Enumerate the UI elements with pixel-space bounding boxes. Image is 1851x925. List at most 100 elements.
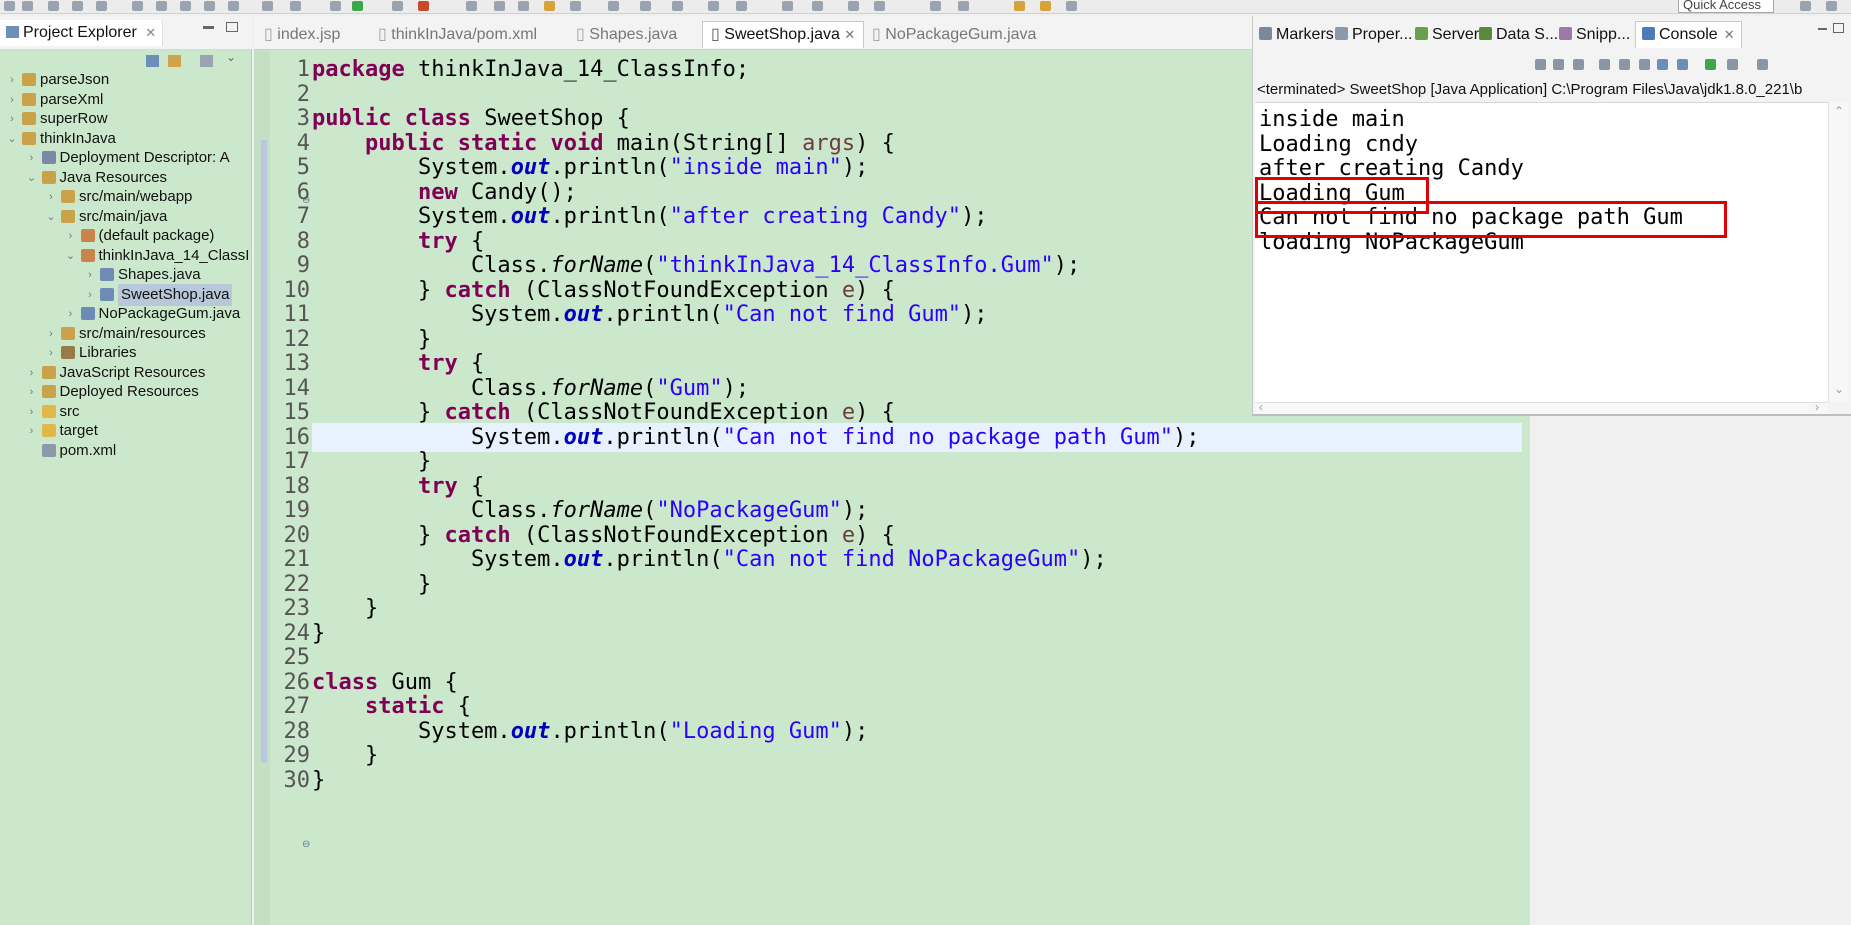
open-console-icon[interactable]: [1757, 59, 1768, 70]
tab-nopackagegum-java[interactable]: ▯ NoPackageGum.java: [872, 22, 1036, 48]
back-icon[interactable]: [1014, 1, 1025, 11]
open-perspective-icon[interactable]: [1800, 1, 1811, 11]
annotation-icon[interactable]: [608, 1, 619, 11]
remove-launch-icon[interactable]: [1553, 59, 1564, 70]
tab-data-s[interactable]: Data S...: [1479, 22, 1558, 48]
maximize-icon[interactable]: [1833, 23, 1844, 33]
print-icon[interactable]: [72, 1, 83, 11]
code-token: forName: [550, 253, 644, 278]
tab-shapes-java[interactable]: ▯ Shapes.java: [576, 22, 677, 48]
mark-occurrences-icon[interactable]: [848, 1, 859, 11]
new-package-icon[interactable]: [494, 1, 505, 11]
save-all-icon[interactable]: [48, 1, 59, 11]
code-token: Gum {: [378, 669, 458, 695]
chevron-down-icon[interactable]: ⌄: [26, 167, 38, 189]
console-vertical-scrollbar[interactable]: ⌃ ⌄: [1828, 102, 1848, 402]
close-icon[interactable]: ✕: [145, 25, 156, 40]
clear-console-icon[interactable]: [1599, 59, 1610, 70]
close-icon[interactable]: ✕: [844, 27, 855, 42]
word-wrap-icon[interactable]: [1639, 59, 1650, 70]
tab-label: NoPackageGum.java: [885, 26, 1037, 43]
console-output[interactable]: inside main Loading cndy after creating Ca…: [1255, 102, 1828, 402]
next-annotation-icon[interactable]: [930, 1, 941, 11]
build-icon[interactable]: [156, 1, 167, 11]
tab-servers[interactable]: Servers: [1415, 22, 1487, 48]
tab-sweetshop-java[interactable]: ▯ SweetShop.java ✕: [702, 21, 865, 48]
display-console-icon[interactable]: [1727, 59, 1738, 70]
chevron-right-icon[interactable]: ›: [84, 284, 96, 306]
debug-icon[interactable]: [132, 1, 143, 11]
minimize-icon[interactable]: [203, 26, 214, 29]
pin-icon[interactable]: [708, 1, 719, 11]
step-icon[interactable]: [228, 1, 239, 11]
tab-project-explorer[interactable]: Project Explorer ✕: [0, 20, 164, 46]
skip-icon[interactable]: [204, 1, 215, 11]
scroll-down-icon[interactable]: ⌄: [1834, 382, 1844, 396]
debug-run-icon[interactable]: [330, 1, 341, 11]
code-token: class: [312, 669, 379, 695]
show-on-stderr-icon[interactable]: [1677, 59, 1688, 70]
tab-proper[interactable]: Proper...: [1335, 22, 1412, 48]
highlight-icon[interactable]: [812, 1, 823, 11]
code-token: out: [510, 204, 551, 229]
scroll-lock-icon[interactable]: [1619, 59, 1630, 70]
code-token: try: [417, 351, 458, 376]
chevron-right-icon[interactable]: ›: [65, 303, 77, 325]
code-token: {: [457, 351, 485, 376]
chevron-down-icon[interactable]: ⌄: [65, 245, 77, 267]
chevron-down-icon[interactable]: ⌄: [6, 128, 18, 150]
tab-console[interactable]: Console ✕: [1635, 21, 1742, 48]
quick-access-input[interactable]: Quick Access: [1678, 0, 1774, 13]
terminal-icon[interactable]: [96, 1, 107, 11]
terminate-icon[interactable]: [1535, 59, 1546, 70]
new-java-project-icon[interactable]: [466, 1, 477, 11]
java-file-icon: ▯: [711, 26, 720, 43]
new-class-icon[interactable]: [518, 1, 529, 11]
close-icon[interactable]: ✕: [1724, 27, 1735, 42]
marker-icon[interactable]: [672, 1, 683, 11]
server-icon[interactable]: [290, 1, 301, 11]
tab-snipp[interactable]: Snipp...: [1559, 22, 1630, 48]
stop-icon[interactable]: [180, 1, 191, 11]
toggle-icon[interactable]: [736, 1, 747, 11]
console-horizontal-scrollbar[interactable]: ‹ ›: [1255, 400, 1828, 414]
scroll-right-icon[interactable]: ›: [1815, 400, 1819, 414]
minimize-icon[interactable]: [1818, 28, 1827, 30]
show-on-stdout-icon[interactable]: [1657, 59, 1668, 70]
search-icon[interactable]: [570, 1, 581, 11]
scroll-left-icon[interactable]: ‹: [1259, 400, 1263, 414]
coverage-icon[interactable]: [392, 1, 403, 11]
view-menu-icon[interactable]: [200, 55, 213, 67]
block-icon[interactable]: [782, 1, 793, 11]
java-ee-perspective-icon[interactable]: [1826, 1, 1837, 11]
run-last-icon[interactable]: [262, 1, 273, 11]
run-icon[interactable]: [352, 1, 363, 11]
task-icon[interactable]: [640, 1, 651, 11]
package-icon: [80, 229, 95, 242]
prev-annotation-icon[interactable]: [958, 1, 969, 11]
pin-console-icon[interactable]: [1705, 59, 1716, 70]
nav-dropdown-icon[interactable]: [1066, 1, 1077, 11]
tab-index-jsp[interactable]: ▯ index.jsp: [264, 22, 340, 48]
external-tools-icon[interactable]: [418, 1, 429, 11]
explorer-tab-bar: Project Explorer ✕: [0, 16, 252, 50]
collapse-all-icon[interactable]: [146, 55, 159, 67]
remove-all-icon[interactable]: [1573, 59, 1584, 70]
chevron-right-icon[interactable]: ›: [45, 342, 57, 364]
scroll-up-icon[interactable]: ⌃: [1834, 104, 1844, 118]
code-token: }: [312, 620, 326, 646]
chevron-down-icon[interactable]: ⌄: [226, 50, 236, 64]
new-icon[interactable]: [4, 1, 15, 11]
open-type-icon[interactable]: [544, 1, 555, 11]
chevron-down-icon[interactable]: ⌄: [45, 206, 57, 228]
forward-icon[interactable]: [1040, 1, 1051, 11]
link-with-editor-icon[interactable]: [168, 55, 181, 67]
save-icon[interactable]: [22, 1, 33, 11]
tab-pom-xml[interactable]: ▯ thinkInJava/pom.xml: [378, 22, 537, 48]
tab-markers[interactable]: Markers: [1259, 22, 1334, 48]
maximize-icon[interactable]: [226, 22, 238, 32]
chevron-right-icon[interactable]: ›: [26, 420, 38, 442]
web-browser-icon[interactable]: [874, 1, 885, 11]
fold-toggle-icon[interactable]: ⊖: [302, 839, 310, 850]
